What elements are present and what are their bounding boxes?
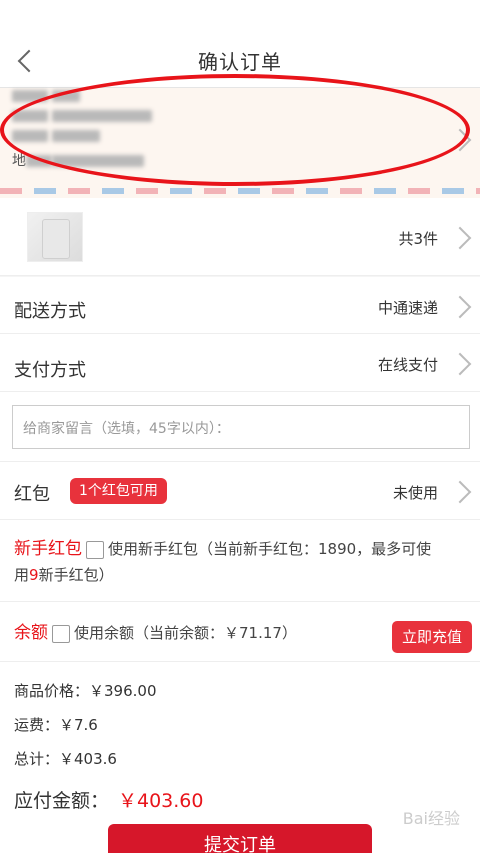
order-total: 总计：￥403.6 — [14, 750, 117, 768]
recharge-button[interactable]: 立即充值 — [392, 621, 472, 653]
highlight-ellipse — [0, 74, 470, 186]
pay-amount-label: 应付金额： — [14, 790, 110, 812]
delivery-label: 配送方式 — [14, 301, 86, 322]
new-user-coupon-text-line2-suffix: 新手红包） — [38, 566, 114, 584]
delivery-value: 中通速递 — [377, 299, 438, 317]
page-title: 确认订单 — [198, 50, 282, 74]
message-input[interactable]: 给商家留言（选填，45字以内）： — [12, 405, 470, 449]
coupon-available-badge[interactable]: 1个红包可用 — [70, 478, 167, 504]
balance-checkbox[interactable] — [52, 624, 70, 643]
chevron-right-icon — [448, 226, 472, 250]
new-user-coupon-checkbox[interactable] — [86, 540, 104, 559]
product-row[interactable]: 共3件 — [0, 198, 480, 276]
new-user-coupon-text-line2-prefix: 用 — [14, 566, 30, 584]
new-user-coupon-row: 新手红包 使用新手红包（当前新手红包：1890，最多可使 用9新手红包） — [0, 520, 480, 602]
watermark: Bai经验 — [402, 809, 460, 828]
new-user-coupon-label: 新手红包 — [14, 539, 82, 559]
coupon-label: 红包 — [14, 484, 50, 505]
product-count: 共3件 — [398, 230, 438, 248]
chevron-right-icon — [448, 480, 472, 504]
delivery-row[interactable]: 配送方式 中通速递 — [0, 277, 480, 334]
new-user-coupon-text: 使用新手红包（当前新手红包：1890，最多可使 — [108, 540, 432, 558]
new-user-coupon-limit: 9 — [29, 566, 39, 584]
balance-label: 余额 — [14, 623, 48, 643]
product-thumbnail — [27, 212, 83, 262]
chevron-right-icon — [448, 295, 472, 319]
payment-row[interactable]: 支付方式 在线支付 — [0, 334, 480, 392]
airmail-stripe — [0, 188, 480, 194]
coupon-value: 未使用 — [392, 484, 438, 502]
submit-order-button[interactable]: 提交订单 — [108, 824, 372, 853]
goods-price: 商品价格：￥396.00 — [14, 682, 157, 700]
shipping-fee: 运费：￥7.6 — [14, 716, 98, 734]
chevron-right-icon — [448, 352, 472, 376]
pay-amount-value: ￥403.60 — [118, 790, 204, 812]
payment-value: 在线支付 — [377, 356, 438, 374]
balance-text: 使用余额（当前余额：￥71.17） — [74, 624, 297, 642]
payment-label: 支付方式 — [14, 360, 86, 381]
